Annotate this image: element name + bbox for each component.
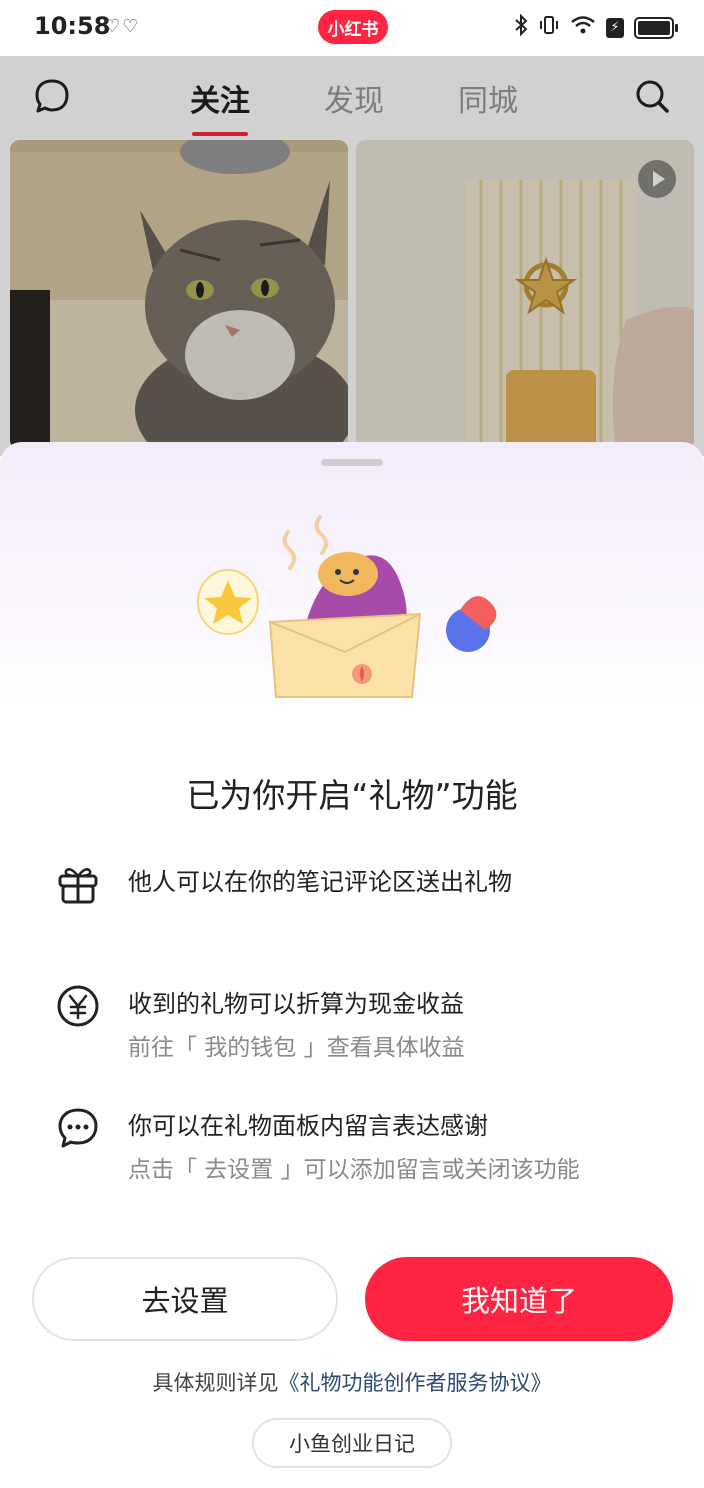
status-time: 10:58 (34, 12, 111, 40)
chat-bubble-icon (56, 1106, 100, 1150)
yen-icon (56, 984, 100, 1028)
status-right-icons: ⚡ (514, 13, 678, 41)
gift-icon (56, 862, 100, 906)
feature-income-text: 收到的礼物可以折算为现金收益 (128, 990, 464, 1018)
status-bar: 10:58 ♡♡ 小红书 ⚡ (0, 0, 704, 56)
bluetooth-icon (514, 13, 528, 41)
wifi-icon (570, 15, 596, 40)
sheet-title: 已为你开启“礼物”功能 (186, 776, 518, 815)
sheet-drag-handle[interactable] (321, 459, 383, 466)
feature-message-text: 你可以在礼物面板内留言表达感谢 (128, 1112, 488, 1140)
gift-feature-sheet: 已为你开启“礼物”功能 他人可以在你的笔记评论区送出礼物 收到的礼物可以折算为现… (0, 442, 704, 1488)
charging-icon: ⚡ (606, 17, 624, 38)
watermark-badge: 小鱼创业日记 (252, 1418, 452, 1468)
rules-prefix: 具体规则详见 (152, 1371, 279, 1395)
got-it-button[interactable]: 我知道了 (365, 1257, 673, 1341)
heart-status-icons: ♡♡ (104, 16, 141, 37)
rules-line: 具体规则详见《礼物功能创作者服务协议》 (0, 1367, 704, 1397)
feature-message-subtext: 点击「 去设置 」可以添加留言或关闭该功能 (128, 1157, 580, 1183)
gift-illustration (197, 515, 497, 698)
creator-agreement-link[interactable]: 《礼物功能创作者服务协议》 (279, 1371, 552, 1395)
battery-icon (634, 16, 678, 39)
settings-button[interactable]: 去设置 (32, 1257, 338, 1341)
feature-income-subtext: 前往「 我的钱包 」查看具体收益 (128, 1035, 465, 1061)
modal-backdrop[interactable] (0, 56, 704, 456)
vibrate-icon (538, 14, 560, 41)
app-logo-badge: 小红书 (318, 10, 388, 44)
feature-gift-text: 他人可以在你的笔记评论区送出礼物 (128, 868, 512, 896)
